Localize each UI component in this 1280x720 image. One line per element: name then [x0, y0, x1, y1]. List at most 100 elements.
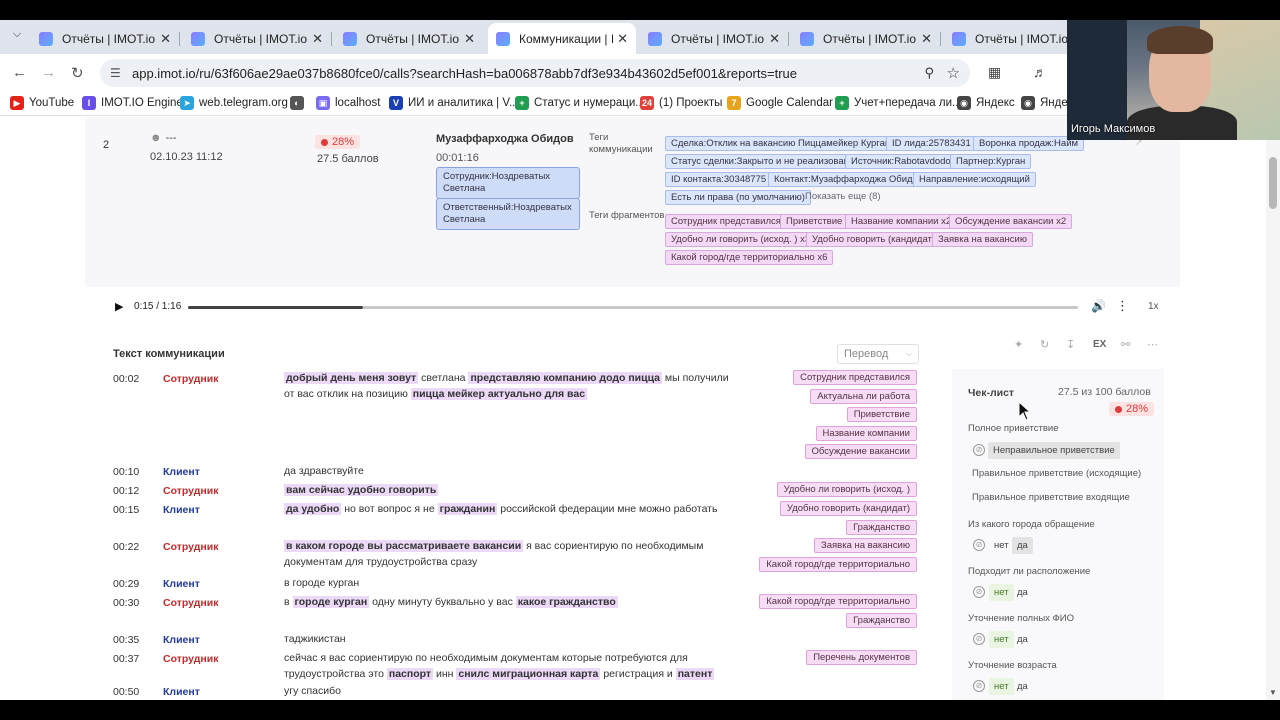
tab-3[interactable]: Коммуникации | IM✕ — [488, 23, 636, 54]
player-time: 0:15 / 1:16 — [134, 301, 182, 312]
comm-tag[interactable]: Сделка:Отклик на вакансию Пиццамейкер Ку… — [665, 136, 905, 151]
bookmark-2[interactable]: ➤ web.telegram.org — [180, 96, 288, 110]
close-tab-icon[interactable]: ✕ — [160, 31, 171, 47]
fragment-tag[interactable]: Заявка на вакансию — [932, 232, 1033, 247]
translate-select[interactable]: Перевод ⌵ — [837, 344, 919, 364]
forward-arrow-icon[interactable]: → — [41, 64, 56, 81]
line-fragment-tag[interactable]: Какой город/где территориально — [759, 594, 917, 609]
comm-tag[interactable]: Партнер:Курган — [950, 154, 1032, 169]
tab-5[interactable]: Отчёты | IMOT.io ✕ — [792, 23, 941, 54]
fragment-tag[interactable]: Приветствие — [780, 214, 849, 229]
close-tab-icon[interactable]: ✕ — [921, 31, 932, 47]
reload-icon[interactable]: ↻ — [71, 64, 84, 82]
fragment-tag[interactable]: Название компании x2 — [845, 214, 958, 229]
bookmark-7[interactable]: 24 (1) Проекты — [640, 96, 722, 110]
bookmark-9[interactable]: + Учет+передача ли... — [835, 96, 962, 110]
more-icon[interactable]: ⋯ — [1147, 338, 1158, 351]
page-scrollbar[interactable]: ▼ — [1266, 117, 1280, 700]
comm-tag[interactable]: Контакт:Музаффарходжа Обидов — [768, 172, 929, 187]
tab-0[interactable]: Отчёты | IMOT.io ✕ — [31, 23, 180, 54]
clear-answer-icon[interactable]: ⊘ — [973, 539, 985, 551]
close-tab-icon[interactable]: ✕ — [464, 31, 475, 47]
line-fragment-tag[interactable]: Заявка на вакансию — [814, 538, 917, 553]
option-wrong-greeting[interactable]: Неправильное приветствие — [988, 442, 1120, 459]
option-correct-greeting-outgoing[interactable]: Правильное приветствие (исходящие) — [972, 468, 1141, 479]
answer-yes[interactable]: да — [1012, 631, 1033, 648]
player-menu-icon[interactable]: ⋮ — [1116, 298, 1129, 314]
answer-yes[interactable]: да — [1012, 584, 1033, 601]
line-fragment-tag[interactable]: Обсуждение вакансии — [804, 444, 917, 460]
line-fragment-tag[interactable]: Перечень документов — [806, 650, 917, 665]
line-fragment-tag[interactable]: Название компании — [815, 425, 917, 441]
back-arrow-icon[interactable]: ← — [12, 64, 27, 81]
line-fragment-tag[interactable]: Сотрудник представился — [793, 370, 917, 385]
answer-no[interactable]: нет — [989, 584, 1014, 601]
answer-no[interactable]: нет — [989, 631, 1014, 648]
scroll-down-arrow-icon[interactable]: ▼ — [1269, 688, 1277, 697]
media-controls-icon[interactable]: ♬ — [1033, 64, 1047, 80]
option-correct-greeting-incoming[interactable]: Правильное приветствие входящие — [972, 492, 1130, 503]
clear-answer-icon[interactable]: ⊘ — [973, 680, 985, 692]
fragment-tag[interactable]: Сотрудник представился — [665, 214, 787, 229]
clear-answer-icon[interactable]: ⊘ — [973, 586, 985, 598]
site-settings-icon[interactable]: ☰ — [110, 66, 128, 80]
export-ex-button[interactable]: EX — [1093, 339, 1106, 350]
close-tab-icon[interactable]: ✕ — [312, 31, 323, 47]
zoom-icon[interactable]: ⚲ — [924, 65, 934, 81]
volume-icon[interactable]: 🔊 — [1091, 299, 1106, 313]
answer-yes[interactable]: да — [1012, 537, 1033, 554]
comm-tag[interactable]: ID контакта:30348775 — [665, 172, 773, 187]
bookmark-3[interactable]: ◐ — [290, 96, 309, 110]
comm-tag[interactable]: Источник:Rabotavdodo — [845, 154, 957, 169]
fragment-tag[interactable]: Какой город/где территориально x6 — [665, 250, 834, 265]
checklist-title: Чек-лист — [968, 387, 1015, 399]
close-tab-icon[interactable]: ✕ — [769, 31, 780, 47]
bookmark-8[interactable]: 7 Google Calendar — [727, 96, 833, 110]
share-icon[interactable]: ⚯ — [1121, 338, 1130, 351]
comm-tag[interactable]: Есть ли права (по умолчанию) — [665, 190, 811, 205]
comm-tag[interactable]: ID лида:25783431 — [886, 136, 977, 151]
refresh-icon[interactable]: ↻ — [1040, 338, 1049, 351]
answer-no[interactable]: нет — [989, 537, 1014, 554]
scrollbar-thumb[interactable] — [1269, 157, 1277, 209]
line-fragment-tag[interactable]: Гражданство — [846, 519, 917, 535]
bookmark-4[interactable]: ▣ localhost — [316, 96, 380, 110]
player-progress-track[interactable] — [188, 306, 1078, 309]
line-fragment-tag[interactable]: Гражданство — [846, 612, 917, 628]
fragment-tag[interactable]: Удобно ли говорить (исход. ) x3 — [665, 232, 817, 247]
answer-no[interactable]: нет — [989, 678, 1014, 695]
fragment-tag[interactable]: Обсуждение вакансии x2 — [949, 214, 1073, 229]
bookmark-0[interactable]: ▶ YouTube — [10, 96, 74, 110]
address-bar[interactable]: ☰ app.imot.io/ru/63f606ae29ae037b8680fce… — [100, 59, 970, 87]
tab-1[interactable]: Отчёты | IMOT.io ✕ — [183, 23, 332, 54]
line-fragment-tag[interactable]: Удобно говорить (кандидат) — [779, 501, 917, 516]
clear-answer-icon[interactable]: ⊘ — [973, 633, 985, 645]
line-fragment-tag[interactable]: Удобно ли говорить (исход. ) — [776, 482, 917, 497]
tab-search-chevron-icon[interactable]: ⌵ — [6, 28, 28, 46]
bookmark-6[interactable]: + Статус и нумераци... — [515, 96, 645, 110]
comm-tag[interactable]: Статус сделки:Закрыто и не реализовано — [665, 154, 861, 169]
line-fragment-tag[interactable]: Приветствие — [846, 407, 917, 423]
tab-4[interactable]: Отчёты | IMOT.io ✕ — [640, 23, 789, 54]
show-more-link[interactable]: Показать еще (8) — [805, 191, 881, 202]
close-tab-icon[interactable]: ✕ — [617, 31, 628, 47]
webcam-name: Игорь Максимов — [1071, 123, 1156, 135]
play-icon[interactable]: ▶ — [115, 300, 123, 313]
playback-speed[interactable]: 1x — [1148, 301, 1159, 312]
line-fragment-tag[interactable]: Актуальна ли работа — [810, 388, 917, 404]
tab-2[interactable]: Отчёты | IMOT.io ✕ — [335, 23, 483, 54]
download-icon[interactable]: ↧ — [1066, 338, 1075, 351]
url-text[interactable]: app.imot.io/ru/63f606ae29ae037b8680fce0/… — [132, 66, 797, 81]
bookmark-star-icon[interactable]: ☆ — [947, 64, 960, 82]
clear-answer-icon[interactable]: ⊘ — [973, 444, 985, 456]
magic-wand-icon[interactable]: ✦ — [1014, 338, 1023, 351]
answer-yes[interactable]: да — [1012, 678, 1033, 695]
line-text: в городе курган — [284, 576, 739, 592]
extensions-puzzle-icon[interactable]: ▦ — [988, 64, 1001, 81]
fragment-tag[interactable]: Удобно говорить (кандидат) — [806, 232, 942, 247]
bookmark-5[interactable]: V ИИ и аналитика | V... — [389, 96, 519, 110]
comm-tag[interactable]: Направление:исходящий — [913, 172, 1036, 187]
bookmark-1[interactable]: I IMOT.IO Engine — [82, 96, 183, 110]
line-fragment-tag[interactable]: Какой город/где территориально — [759, 556, 917, 572]
bookmark-10[interactable]: ◉ Яндекс — [957, 96, 1015, 110]
